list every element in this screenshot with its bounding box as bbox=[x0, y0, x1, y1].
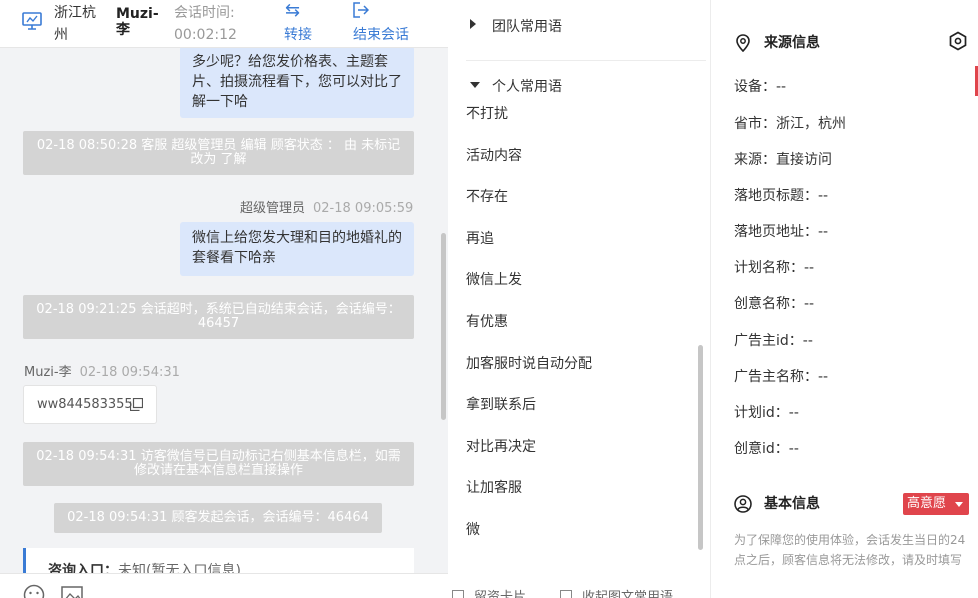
location-pin-icon bbox=[736, 34, 750, 52]
end-session-label: 结束会话 bbox=[353, 27, 409, 43]
info-source: 来源：直接访问 bbox=[734, 152, 832, 168]
collapse-icon bbox=[560, 590, 572, 598]
wechat-id-text: ww844583355 bbox=[37, 397, 133, 412]
phrase-item[interactable]: 对比再决定 bbox=[466, 436, 536, 456]
visitor-name: Muzi-李 bbox=[24, 365, 72, 380]
source-info-title: 来源信息 bbox=[764, 35, 820, 51]
phrase-item[interactable]: 微信上发 bbox=[466, 269, 522, 289]
info-advertiser-name: 广告主名称：-- bbox=[734, 369, 829, 385]
phrase-item[interactable]: 不打扰 bbox=[466, 103, 508, 123]
edit-deadline-note: 为了保障您的使用体验，会话发生当日的24点之后，顾客信息将无法修改，请及时填写 bbox=[734, 533, 966, 567]
personal-phrases-label: 个人常用语 bbox=[492, 79, 562, 95]
customer-location: 浙江杭州 bbox=[54, 5, 96, 43]
chat-toolbar bbox=[0, 573, 448, 598]
info-plan-name: 计划名称：-- bbox=[734, 260, 815, 276]
chat-scrollbar[interactable] bbox=[441, 233, 446, 420]
message-timestamp: 02-18 09:05:59 bbox=[313, 201, 414, 216]
intent-level-label: 高意愿 bbox=[907, 496, 947, 511]
visitor-message-meta: Muzi-李 02-18 09:54:31 bbox=[24, 361, 180, 380]
system-message: 02-18 09:54:31 访客微信号已自动标记右侧基本信息栏，如需修改请在基… bbox=[23, 442, 414, 486]
team-phrases-group[interactable]: 团队常用语 bbox=[448, 14, 710, 38]
settings-hexagon-icon[interactable] bbox=[948, 31, 968, 51]
phrase-scrollbar[interactable] bbox=[698, 345, 703, 550]
customer-info-panel: 来源信息 设备：-- 省市：浙江，杭州 来源：直接访问 落地页标题：-- 落地页… bbox=[712, 0, 978, 598]
card-icon bbox=[452, 590, 464, 598]
image-icon[interactable] bbox=[61, 584, 83, 598]
info-creative-id: 创意id：-- bbox=[734, 441, 799, 457]
visitor-message-bubble[interactable]: ww844583355 bbox=[23, 385, 157, 424]
basic-info-title: 基本信息 bbox=[764, 496, 820, 512]
end-session-button[interactable]: 结束会话 bbox=[353, 0, 423, 46]
caret-down-icon bbox=[955, 502, 963, 507]
lead-card-button[interactable]: 留资卡片 bbox=[452, 586, 526, 598]
monitor-icon bbox=[22, 12, 42, 30]
info-plan-id: 计划id：-- bbox=[734, 405, 799, 421]
logout-icon bbox=[353, 2, 369, 18]
personal-phrases-group[interactable]: 个人常用语 bbox=[448, 74, 710, 98]
collapse-phrases-button[interactable]: 收起图文常用语 bbox=[560, 586, 673, 598]
info-advertiser-id: 广告主id：-- bbox=[734, 333, 813, 349]
phrase-item[interactable]: 拿到联系后 bbox=[466, 394, 536, 414]
chat-header: 浙江杭州 Muzi-李 会话时间: 00:02:12 ⇆ 转接 结束会话 bbox=[0, 0, 448, 48]
copy-icon[interactable] bbox=[130, 398, 143, 411]
message-timestamp: 02-18 09:54:31 bbox=[79, 365, 180, 380]
phrase-item[interactable]: 微 bbox=[466, 519, 480, 539]
transfer-button[interactable]: ⇆ 转接 bbox=[284, 0, 324, 46]
session-time-label: 会话时间: bbox=[174, 5, 235, 21]
phrase-item[interactable]: 不存在 bbox=[466, 186, 508, 206]
intent-level-dropdown[interactable]: 高意愿 bbox=[903, 493, 969, 515]
divider bbox=[466, 60, 706, 61]
collapse-phrases-label: 收起图文常用语 bbox=[582, 590, 674, 598]
agent-message-bubble: 多少呢？给您发价格表、主题套片、拍摄流程看下，您可以对比了解一下哈 bbox=[180, 46, 414, 118]
info-creative-name: 创意名称：-- bbox=[734, 296, 815, 312]
emoji-icon[interactable] bbox=[23, 584, 45, 598]
team-phrases-label: 团队常用语 bbox=[492, 19, 562, 35]
info-region: 省市：浙江，杭州 bbox=[734, 116, 846, 132]
phrase-item[interactable]: 让加客服 bbox=[466, 477, 522, 497]
system-message: 02-18 09:21:25 会话超时，系统已自动结束会话，会话编号：46457 bbox=[23, 295, 414, 339]
system-message: 02-18 08:50:28 客服 超级管理员 编辑 顾客状态 ： 由 未标记 … bbox=[23, 131, 414, 175]
phrase-item[interactable]: 再追 bbox=[466, 228, 494, 248]
agent-name: 超级管理员 bbox=[240, 201, 306, 216]
agent-message-meta: 超级管理员 02-18 09:05:59 bbox=[240, 197, 413, 216]
customer-name: Muzi-李 bbox=[116, 6, 159, 38]
chevron-right-icon bbox=[470, 19, 476, 29]
lead-card-label: 留资卡片 bbox=[474, 590, 527, 598]
phrase-item[interactable]: 加客服时说自动分配 bbox=[466, 353, 592, 373]
chevron-down-icon bbox=[470, 82, 480, 88]
info-landing-title: 落地页标题：-- bbox=[734, 188, 829, 204]
system-message: 02-18 09:54:31 顾客发起会话，会话编号：46464 bbox=[54, 503, 382, 533]
transfer-icon: ⇆ bbox=[285, 0, 301, 21]
info-device: 设备：-- bbox=[734, 79, 787, 95]
phrase-item[interactable]: 有优惠 bbox=[466, 311, 508, 331]
phrase-item[interactable]: 活动内容 bbox=[466, 145, 522, 165]
chat-panel: 多少呢？给您发价格表、主题套片、拍摄流程看下，您可以对比了解一下哈 02-18 … bbox=[0, 0, 448, 598]
transfer-label: 转接 bbox=[284, 27, 312, 43]
user-circle-icon bbox=[734, 495, 752, 513]
session-time-value: 00:02:12 bbox=[174, 27, 237, 43]
info-landing-url: 落地页地址：-- bbox=[734, 224, 829, 240]
agent-message-bubble: 微信上给您发大理和目的地婚礼的套餐看下哈亲 bbox=[180, 222, 414, 276]
